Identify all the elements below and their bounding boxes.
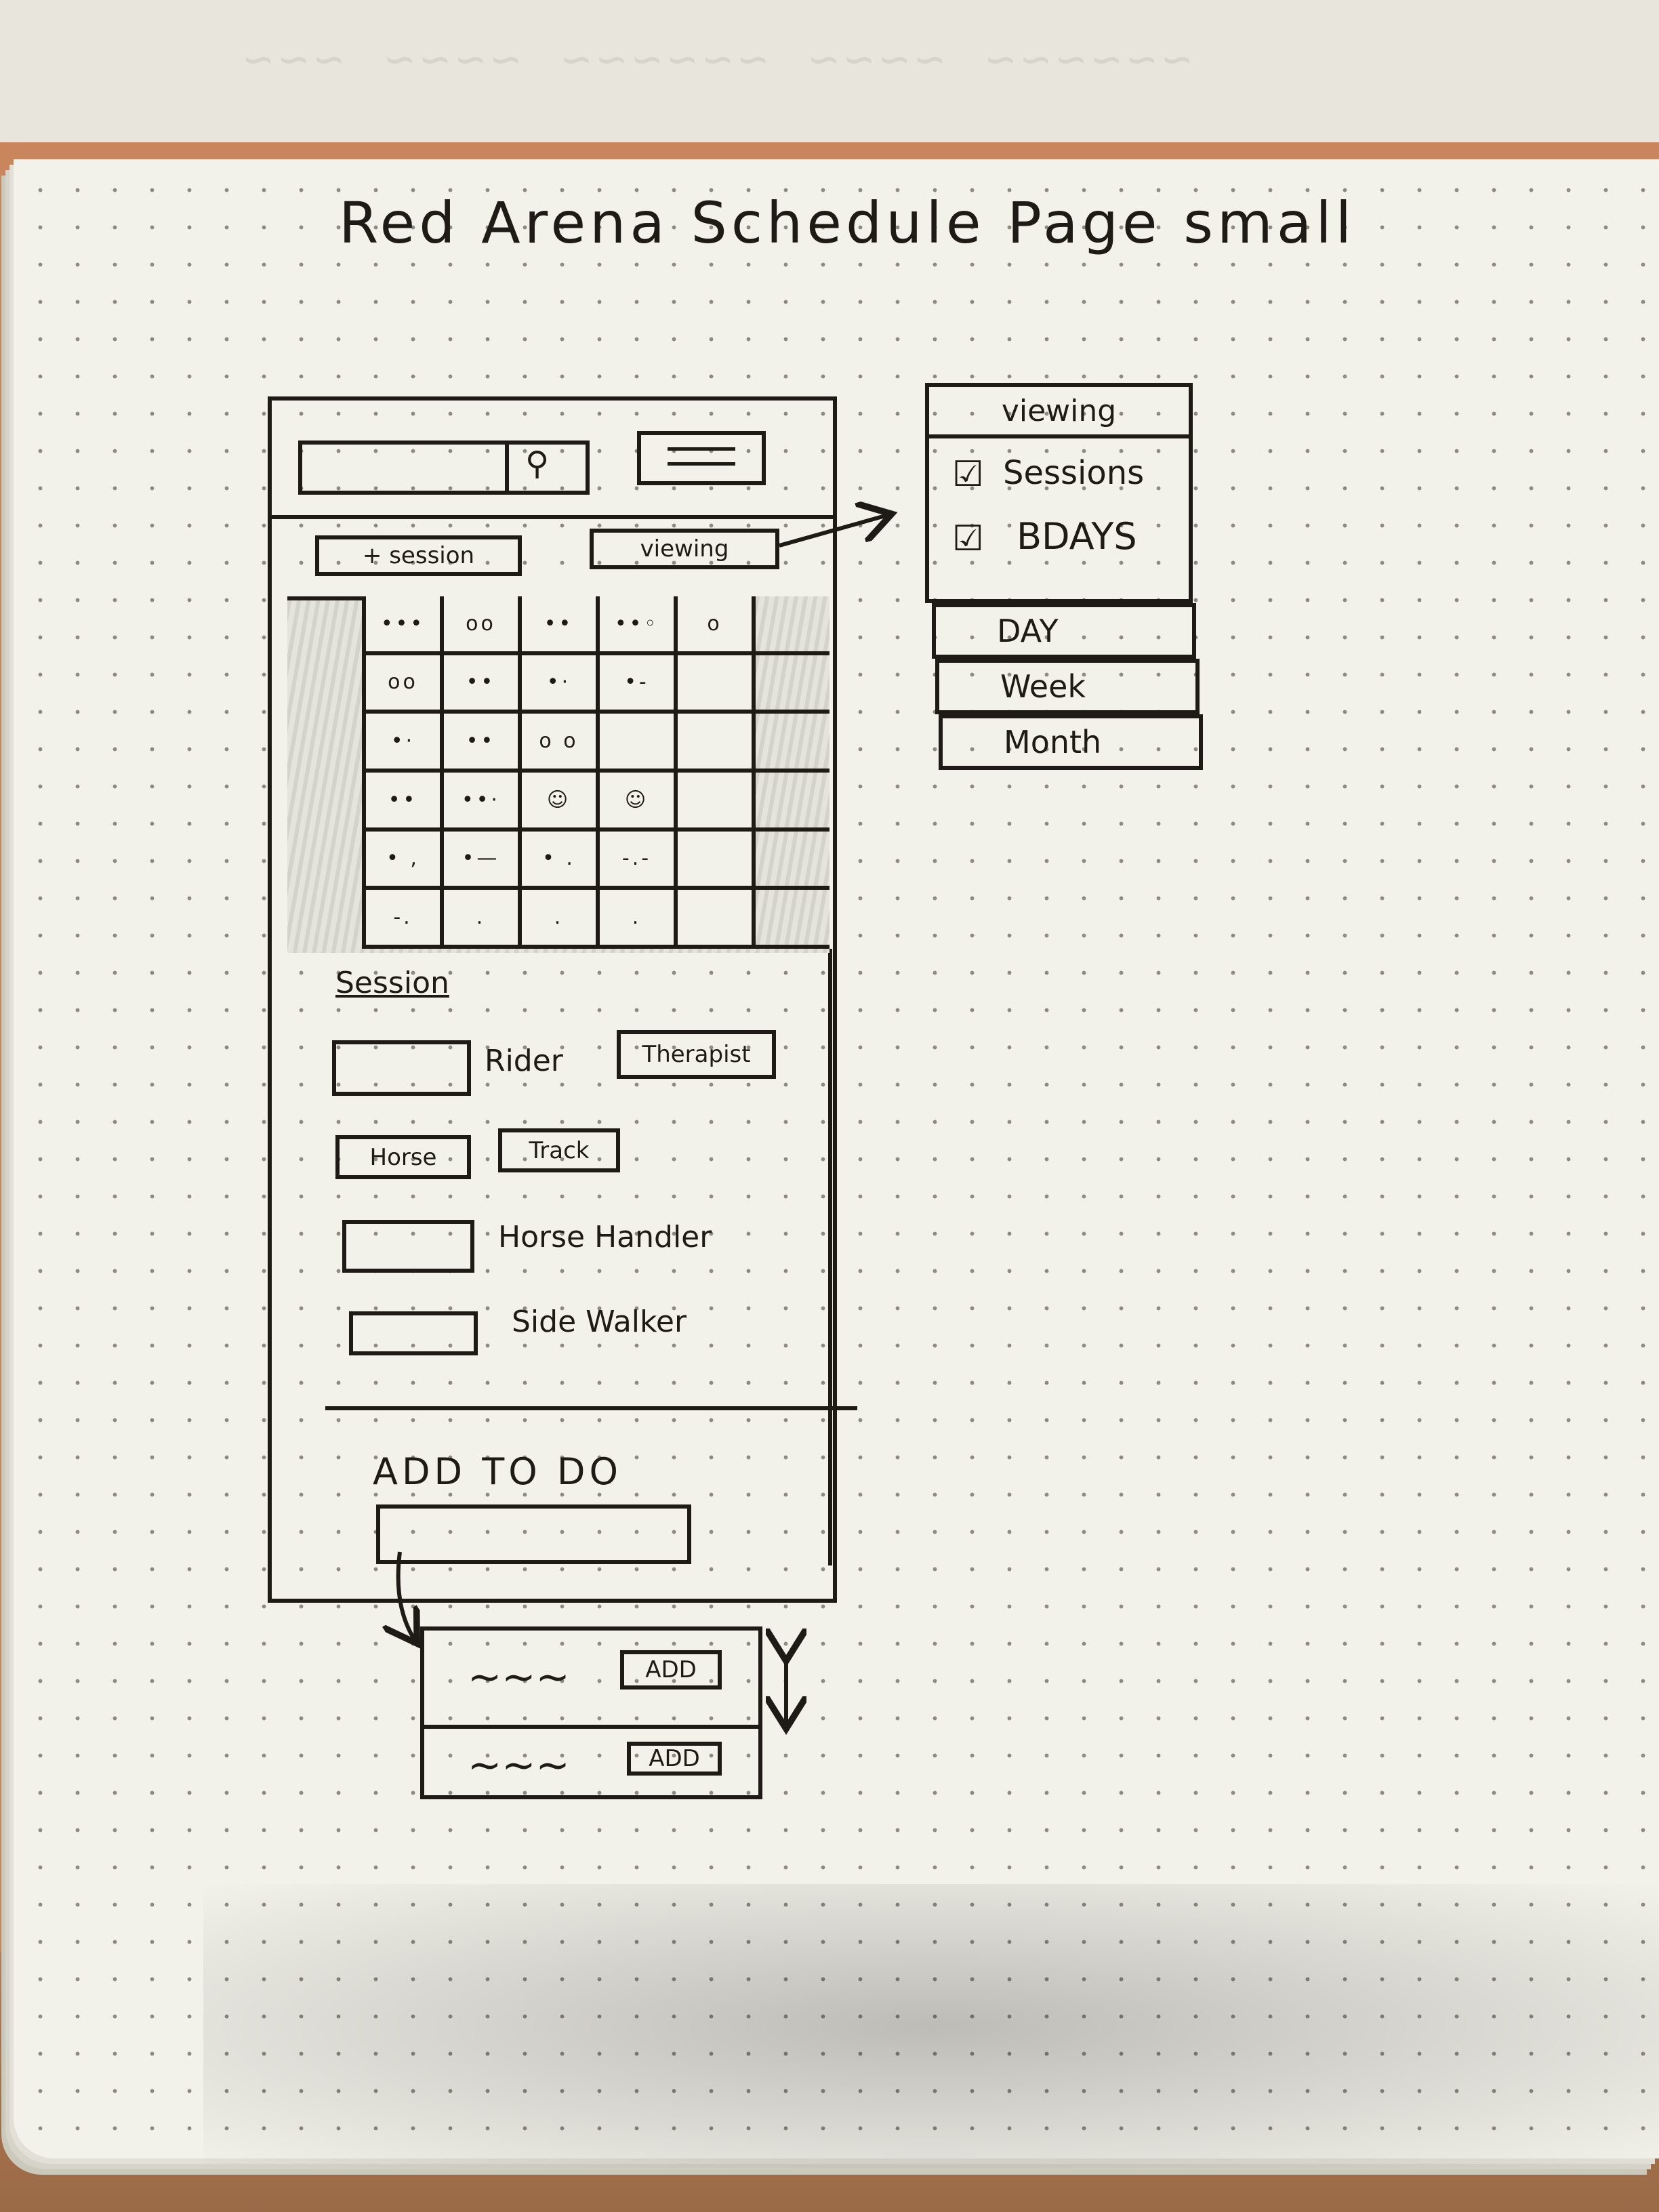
sketch-scene: ~~~ ~~~~ ~~~~~~ ~~~~ ~~~~~~ Red Arena Sc… [0, 0, 1659, 2212]
todo-arrow [398, 1551, 415, 1640]
annotation-arrows [0, 0, 1659, 2212]
viewing-arrow [779, 515, 888, 548]
